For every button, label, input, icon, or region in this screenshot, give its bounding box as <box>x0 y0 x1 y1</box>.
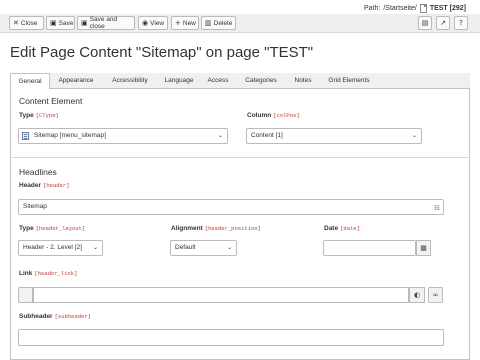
link-type-addon <box>18 287 33 303</box>
path-label: Path: <box>363 4 381 12</box>
content-element-heading: Content Element <box>19 96 83 106</box>
header-input[interactable]: Sitemap ⊟ <box>18 199 444 215</box>
calendar-button[interactable]: ▦ <box>416 240 431 256</box>
new-button[interactable]: + New <box>171 16 199 30</box>
eye-icon: ◉ <box>142 18 149 27</box>
section-divider <box>10 157 470 158</box>
chevron-down-icon: ⌄ <box>226 244 232 251</box>
tab-categories[interactable]: Categories <box>236 73 286 89</box>
header-field-name: [header] <box>43 182 70 189</box>
help-button[interactable]: ? <box>454 16 468 30</box>
column-label: Column [colPos] <box>247 112 300 119</box>
chevron-down-icon: ⌄ <box>411 132 417 139</box>
save-close-icon: ▣ <box>81 18 88 27</box>
close-icon: ✕ <box>13 18 19 27</box>
headlines-heading: Headlines <box>19 167 57 177</box>
open-new-window-button[interactable]: ↗ <box>436 16 450 30</box>
column-select[interactable]: Content [1] ⌄ <box>246 128 422 144</box>
link-input[interactable] <box>33 287 409 303</box>
alignment-select[interactable]: Default ⌄ <box>170 240 237 256</box>
save-and-close-button[interactable]: ▣ Save and close <box>77 16 135 30</box>
close-button[interactable]: ✕ Close <box>9 16 44 30</box>
header-layout-select[interactable]: Header - 2. Level [2] ⌄ <box>18 240 103 256</box>
link-icon: ∞ <box>432 291 439 299</box>
tab-access[interactable]: Access <box>200 73 236 89</box>
docheader-toolbar: ✕ Close ▣ Save ▣ Save and close ◉ View +… <box>0 14 480 33</box>
link-preview-button[interactable]: ◐ <box>409 287 425 303</box>
record-path: Path: /Startseite/ TEST [292] <box>364 2 466 14</box>
chevron-down-icon: ⌄ <box>92 244 98 251</box>
header-layout-field-name: [header_layout] <box>35 225 86 232</box>
tab-notes[interactable]: Notes <box>286 73 320 89</box>
date-input[interactable] <box>323 240 416 256</box>
record-title: TEST [292] <box>429 4 466 12</box>
tab-bar: General Appearance Accessibility Languag… <box>10 73 470 90</box>
tab-grid-elements[interactable]: Grid Elements <box>320 73 378 89</box>
header-position-field-name: [header_position] <box>204 225 261 232</box>
link-browser-button[interactable]: ∞ <box>428 287 443 303</box>
plus-icon: + <box>175 18 181 27</box>
eye-slash-icon: ◐ <box>413 291 421 299</box>
type-field-name: [CType] <box>35 112 59 119</box>
chevron-down-icon: ⌄ <box>217 132 223 139</box>
page-title: Edit Page Content "Sitemap" on page "TES… <box>10 44 314 61</box>
subheader-input[interactable] <box>18 329 444 346</box>
subheader-field-name: [subheader] <box>54 313 91 320</box>
calendar-icon: ▦ <box>420 244 427 252</box>
tab-accessibility[interactable]: Accessibility <box>102 73 158 89</box>
column-field-name: [colPos] <box>273 112 300 119</box>
date-label: Date [date] <box>324 225 360 232</box>
tab-general[interactable]: General <box>10 73 50 90</box>
date-field-name: [date] <box>340 225 360 232</box>
subheader-label: Subheader [subheader] <box>19 313 91 320</box>
tab-appearance[interactable]: Appearance <box>50 73 102 89</box>
help-icon: ? <box>459 18 463 27</box>
alignment-label: Alignment [header_position] <box>171 225 261 232</box>
type-label: Type [CType] <box>19 112 59 119</box>
delete-button[interactable]: ▥ Delete <box>201 16 236 30</box>
save-button[interactable]: ▣ Save <box>46 16 75 30</box>
header-label: Header [header] <box>19 182 70 189</box>
header-type-label: Type [header_layout] <box>19 225 86 232</box>
content-type-select[interactable]: Sitemap [menu_sitemap] ⌄ <box>18 128 228 144</box>
field-wizard-icon[interactable]: ⊟ <box>434 201 440 215</box>
page-icon <box>419 3 427 13</box>
external-window-icon: ↗ <box>440 18 446 27</box>
view-button[interactable]: ◉ View <box>138 16 168 30</box>
path-value: /Startseite/ <box>383 4 417 12</box>
header-link-field-name: [header_link] <box>34 270 78 277</box>
history-icon: ▤ <box>421 18 429 27</box>
history-button[interactable]: ▤ <box>418 16 432 30</box>
sitemap-icon <box>22 132 29 140</box>
tab-language[interactable]: Language <box>158 73 200 89</box>
trash-icon: ▥ <box>205 18 212 27</box>
link-label: Link [header_link] <box>19 270 78 277</box>
save-icon: ▣ <box>50 18 57 27</box>
